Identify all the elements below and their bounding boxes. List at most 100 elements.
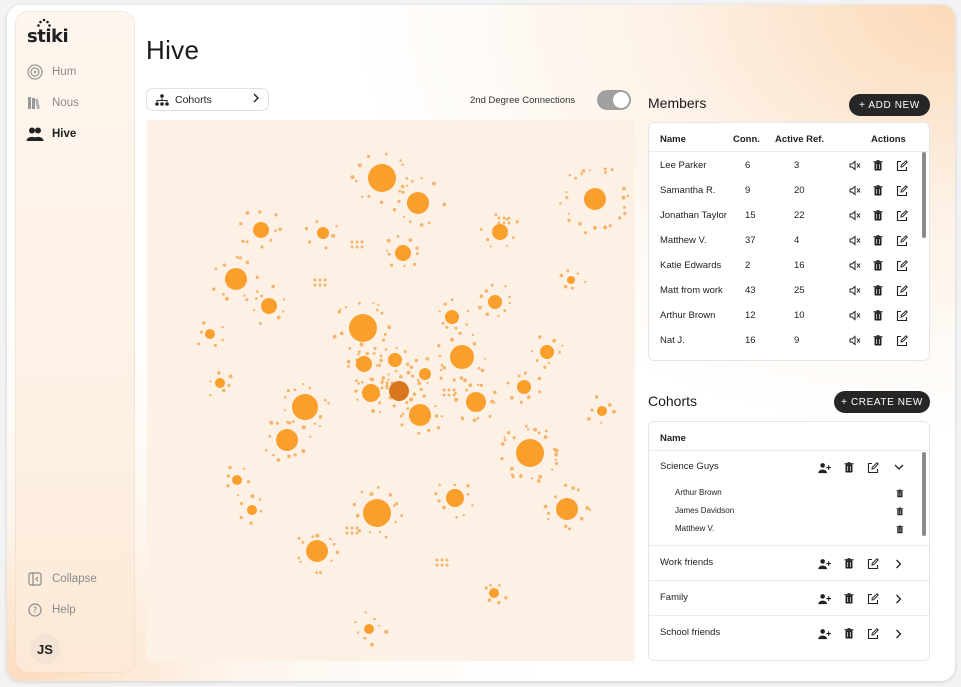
remove-member-icon[interactable]	[895, 525, 905, 535]
graph-hub-node[interactable]	[540, 345, 554, 359]
table-row[interactable]: Jonathan Taylor 15 22	[649, 205, 919, 229]
trash-icon[interactable]	[871, 159, 884, 172]
sidebar-item-nous[interactable]: Nous	[26, 91, 126, 115]
chevron-right-icon[interactable]	[892, 592, 905, 605]
graph-hub-node[interactable]	[356, 356, 372, 372]
graph-hub-node[interactable]	[363, 499, 391, 527]
graph-hub-node[interactable]	[419, 368, 431, 380]
table-row[interactable]: Lee Parker 6 3	[649, 155, 919, 179]
mute-icon[interactable]	[848, 159, 861, 172]
remove-member-icon[interactable]	[895, 489, 905, 499]
graph-hub-node[interactable]	[597, 406, 607, 416]
second-degree-toggle[interactable]	[597, 90, 631, 110]
mute-icon[interactable]	[848, 184, 861, 197]
table-row[interactable]: Katie Edwards 2 16	[649, 255, 919, 279]
edit-icon[interactable]	[866, 627, 879, 640]
trash-icon[interactable]	[842, 461, 855, 474]
cohort-member-row[interactable]: Matthew V.	[649, 522, 919, 538]
cohorts-scrollbar[interactable]	[922, 452, 926, 536]
graph-hub-node[interactable]	[450, 345, 474, 369]
help-button[interactable]: ? Help	[26, 598, 126, 622]
table-row[interactable]: Arthur Brown 12 10	[649, 305, 919, 329]
trash-icon[interactable]	[871, 334, 884, 347]
cohort-group[interactable]: Science Guys Arthur Brown James Davidson Ma…	[649, 451, 919, 546]
collapse-button[interactable]: Collapse	[26, 567, 126, 591]
table-row[interactable]: Matt from work 43 25	[649, 280, 919, 304]
chevron-down-icon[interactable]	[892, 461, 905, 474]
graph-hub-node[interactable]	[253, 222, 269, 238]
graph-hub-node[interactable]	[225, 268, 247, 290]
graph-hub-node[interactable]	[362, 384, 380, 402]
edit-icon[interactable]	[895, 234, 908, 247]
add-user-icon[interactable]	[818, 461, 831, 474]
cohort-member-row[interactable]: Arthur Brown	[649, 486, 919, 502]
edit-icon[interactable]	[895, 159, 908, 172]
mute-icon[interactable]	[848, 209, 861, 222]
cohort-group[interactable]: Family	[649, 581, 919, 616]
cohort-select[interactable]: Cohorts	[146, 88, 269, 111]
cohort-member-row[interactable]: James Davidson	[649, 504, 919, 520]
graph-hub-node[interactable]	[215, 378, 225, 388]
trash-icon[interactable]	[871, 284, 884, 297]
graph-hub-node[interactable]	[516, 439, 544, 467]
add-user-icon[interactable]	[818, 557, 831, 570]
table-row[interactable]: Matthew V. 37 4	[649, 230, 919, 254]
graph-hub-node[interactable]	[409, 404, 431, 426]
trash-icon[interactable]	[871, 209, 884, 222]
mute-icon[interactable]	[848, 259, 861, 272]
mute-icon[interactable]	[848, 334, 861, 347]
trash-icon[interactable]	[871, 259, 884, 272]
graph-hub-node[interactable]	[247, 505, 257, 515]
trash-icon[interactable]	[842, 627, 855, 640]
table-row[interactable]: Samantha R. 9 20	[649, 180, 919, 204]
graph-hub-node[interactable]	[292, 394, 318, 420]
avatar[interactable]: JS	[30, 634, 60, 664]
graph-hub-node[interactable]	[317, 227, 329, 239]
trash-icon[interactable]	[871, 309, 884, 322]
sidebar-item-hive[interactable]: Hive	[26, 122, 126, 146]
graph-hub-node[interactable]	[445, 310, 459, 324]
graph-hub-node[interactable]	[407, 192, 429, 214]
edit-icon[interactable]	[895, 259, 908, 272]
mute-icon[interactable]	[848, 284, 861, 297]
add-member-button[interactable]: + ADD NEW	[849, 94, 930, 116]
edit-icon[interactable]	[866, 461, 879, 474]
trash-icon[interactable]	[842, 557, 855, 570]
graph-hub-node[interactable]	[488, 295, 502, 309]
graph-hub-node[interactable]	[446, 489, 464, 507]
edit-icon[interactable]	[895, 334, 908, 347]
graph-hub-node[interactable]	[306, 540, 328, 562]
app-logo[interactable]: stiki	[27, 26, 69, 47]
chevron-right-icon[interactable]	[892, 627, 905, 640]
add-user-icon[interactable]	[818, 592, 831, 605]
network-graph-canvas[interactable]	[147, 120, 635, 661]
graph-hub-node[interactable]	[349, 314, 377, 342]
edit-icon[interactable]	[895, 209, 908, 222]
network-graph[interactable]	[147, 120, 635, 661]
graph-hub-node[interactable]	[395, 245, 411, 261]
chevron-right-icon[interactable]	[892, 557, 905, 570]
edit-icon[interactable]	[866, 592, 879, 605]
graph-hub-node[interactable]	[492, 224, 508, 240]
table-row[interactable]: Nat J. 16 9	[649, 330, 919, 354]
graph-hub-node[interactable]	[388, 353, 402, 367]
graph-hub-node[interactable]	[489, 588, 499, 598]
graph-hub-node[interactable]	[584, 188, 606, 210]
cohort-group[interactable]: School friends	[649, 616, 919, 651]
remove-member-icon[interactable]	[895, 507, 905, 517]
graph-hub-node[interactable]	[368, 164, 396, 192]
edit-icon[interactable]	[866, 557, 879, 570]
mute-icon[interactable]	[848, 309, 861, 322]
members-scrollbar[interactable]	[922, 152, 926, 238]
trash-icon[interactable]	[871, 184, 884, 197]
edit-icon[interactable]	[895, 309, 908, 322]
create-cohort-button[interactable]: + CREATE NEW	[834, 391, 930, 413]
graph-hub-node[interactable]	[517, 380, 531, 394]
graph-hub-node[interactable]	[261, 298, 277, 314]
graph-hub-node[interactable]	[232, 475, 242, 485]
cohort-group[interactable]: Work friends	[649, 546, 919, 581]
sidebar-item-hum[interactable]: Hum	[26, 60, 126, 84]
graph-hub-node[interactable]	[389, 381, 409, 401]
graph-hub-node[interactable]	[364, 624, 374, 634]
trash-icon[interactable]	[871, 234, 884, 247]
